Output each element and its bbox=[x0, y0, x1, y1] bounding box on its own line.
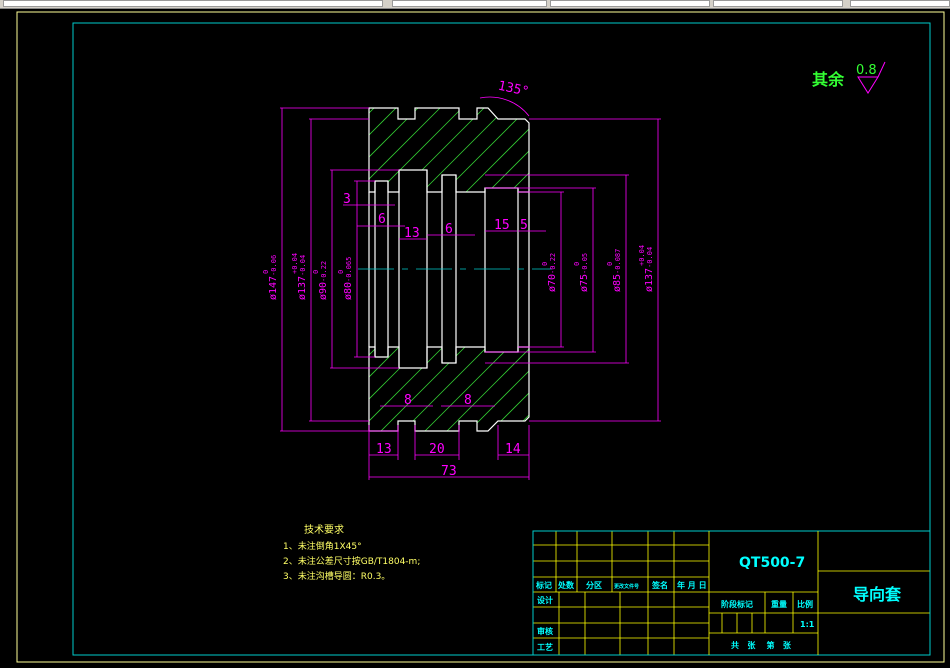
hatch-line bbox=[465, 108, 529, 431]
diameter-tolerance-upper: 0 bbox=[606, 262, 614, 266]
hatch-line bbox=[487, 108, 529, 431]
length-dim: 5 bbox=[520, 218, 528, 233]
hatch-line bbox=[399, 108, 529, 431]
diameter-label: ø90-0.22 bbox=[318, 261, 329, 300]
diameter-tolerance-upper: 0 bbox=[573, 262, 581, 266]
hatch-line bbox=[369, 108, 529, 431]
sheets-label: 共 张 第 张 bbox=[731, 640, 792, 650]
row-label: 审核 bbox=[537, 626, 553, 636]
diameter-label: ø147-0.06 bbox=[268, 255, 279, 300]
material-label: QT500-7 bbox=[739, 555, 805, 571]
drawing-canvas[interactable]: 135° ø147-0.060ø137-0.04+0.04ø90-0.220ø8… bbox=[0, 0, 950, 668]
scale-value: 1:1 bbox=[800, 620, 815, 629]
length-dim: 13 bbox=[376, 442, 392, 457]
stage-label: 阶段标记 bbox=[721, 599, 753, 609]
header-cell: 签名 bbox=[651, 580, 668, 590]
length-dim: 73 bbox=[441, 464, 457, 479]
hatch-line bbox=[369, 108, 529, 431]
hatch-line bbox=[369, 108, 529, 431]
length-dim: 15 bbox=[494, 218, 510, 233]
diameter-tolerance-upper: 0 bbox=[312, 270, 320, 274]
header-cell: 年 月 日 bbox=[677, 580, 707, 590]
hatch-line bbox=[443, 108, 529, 431]
hatch-line bbox=[0, 100, 338, 500]
hatch-line bbox=[369, 108, 529, 431]
length-dim: 8 bbox=[464, 393, 472, 408]
technical-notes: 技术要求 1、未注倒角1X45° 2、未注公差尺寸按GB/T1804-m; 3、… bbox=[283, 523, 420, 582]
length-dim: 3 bbox=[343, 192, 351, 207]
hatch-line bbox=[369, 108, 515, 431]
length-dim: 14 bbox=[505, 442, 521, 457]
notes-title: 技术要求 bbox=[304, 523, 344, 536]
length-dim: 6 bbox=[378, 212, 386, 227]
row-label: 工艺 bbox=[537, 642, 553, 652]
hatch-line bbox=[0, 100, 250, 500]
diameter-label: ø80-0.065 bbox=[343, 257, 354, 300]
diameter-label: ø70-0.22 bbox=[547, 253, 558, 292]
hatch-line bbox=[377, 108, 529, 431]
roughness-label: 其余 bbox=[812, 70, 845, 89]
header-cell: 标记 bbox=[535, 580, 552, 590]
hatch-line bbox=[0, 100, 294, 500]
roughness-symbol: 其余 0.8 bbox=[812, 61, 886, 94]
note-item: 3、未注沟槽导圆：R0.3。 bbox=[283, 570, 390, 582]
hatch-line bbox=[598, 100, 950, 500]
angle-label: 135° bbox=[497, 79, 531, 100]
header-cell: 处数 bbox=[557, 580, 575, 590]
scale-label: 比例 bbox=[797, 599, 813, 609]
length-dim: 6 bbox=[445, 222, 453, 237]
diameter-tolerance-upper: +0.04 bbox=[638, 245, 646, 266]
length-dim: 8 bbox=[404, 393, 412, 408]
dimension-lines bbox=[280, 96, 661, 480]
diameter-tolerance-upper: 0 bbox=[337, 270, 345, 274]
part-outline bbox=[368, 107, 530, 432]
row-label: 设计 bbox=[537, 595, 553, 605]
diameter-tolerance-upper: 0 bbox=[262, 270, 270, 274]
diameter-labels: ø147-0.060ø137-0.04+0.04ø90-0.220ø80-0.0… bbox=[262, 245, 655, 300]
roughness-value: 0.8 bbox=[856, 63, 877, 78]
header-cell: 分区 bbox=[586, 580, 602, 590]
hatch-line bbox=[369, 108, 529, 431]
hatching bbox=[0, 100, 950, 500]
hatch-line bbox=[369, 108, 493, 431]
diameter-tolerance-upper: +0.04 bbox=[291, 253, 299, 274]
hatch-line bbox=[509, 108, 529, 431]
header-cell: 更改文件号 bbox=[614, 583, 639, 590]
note-item: 2、未注公差尺寸按GB/T1804-m; bbox=[283, 555, 420, 567]
diameter-tolerance-upper: 0 bbox=[541, 262, 549, 266]
length-dim: 20 bbox=[429, 442, 445, 457]
hatch-line bbox=[421, 108, 529, 431]
hatch-line bbox=[532, 100, 932, 500]
diameter-label: ø75-0.05 bbox=[579, 253, 590, 292]
weight-label: 重量 bbox=[771, 599, 787, 609]
hatch-line bbox=[369, 108, 427, 431]
hatch-line bbox=[576, 100, 950, 500]
length-dim: 13 bbox=[404, 226, 420, 241]
hatch-line bbox=[0, 100, 272, 500]
hatch-line bbox=[369, 108, 529, 431]
part-name: 导向套 bbox=[853, 585, 902, 604]
diameter-label: ø85-0.087 bbox=[612, 249, 623, 292]
hatch-line bbox=[369, 108, 529, 431]
hatch-line bbox=[554, 100, 950, 500]
title-block: QT500-7 导向套 标记 处数 分区 更改文件号 签名 年 月 日 设计 审… bbox=[532, 530, 931, 656]
note-item: 1、未注倒角1X45° bbox=[283, 540, 362, 552]
